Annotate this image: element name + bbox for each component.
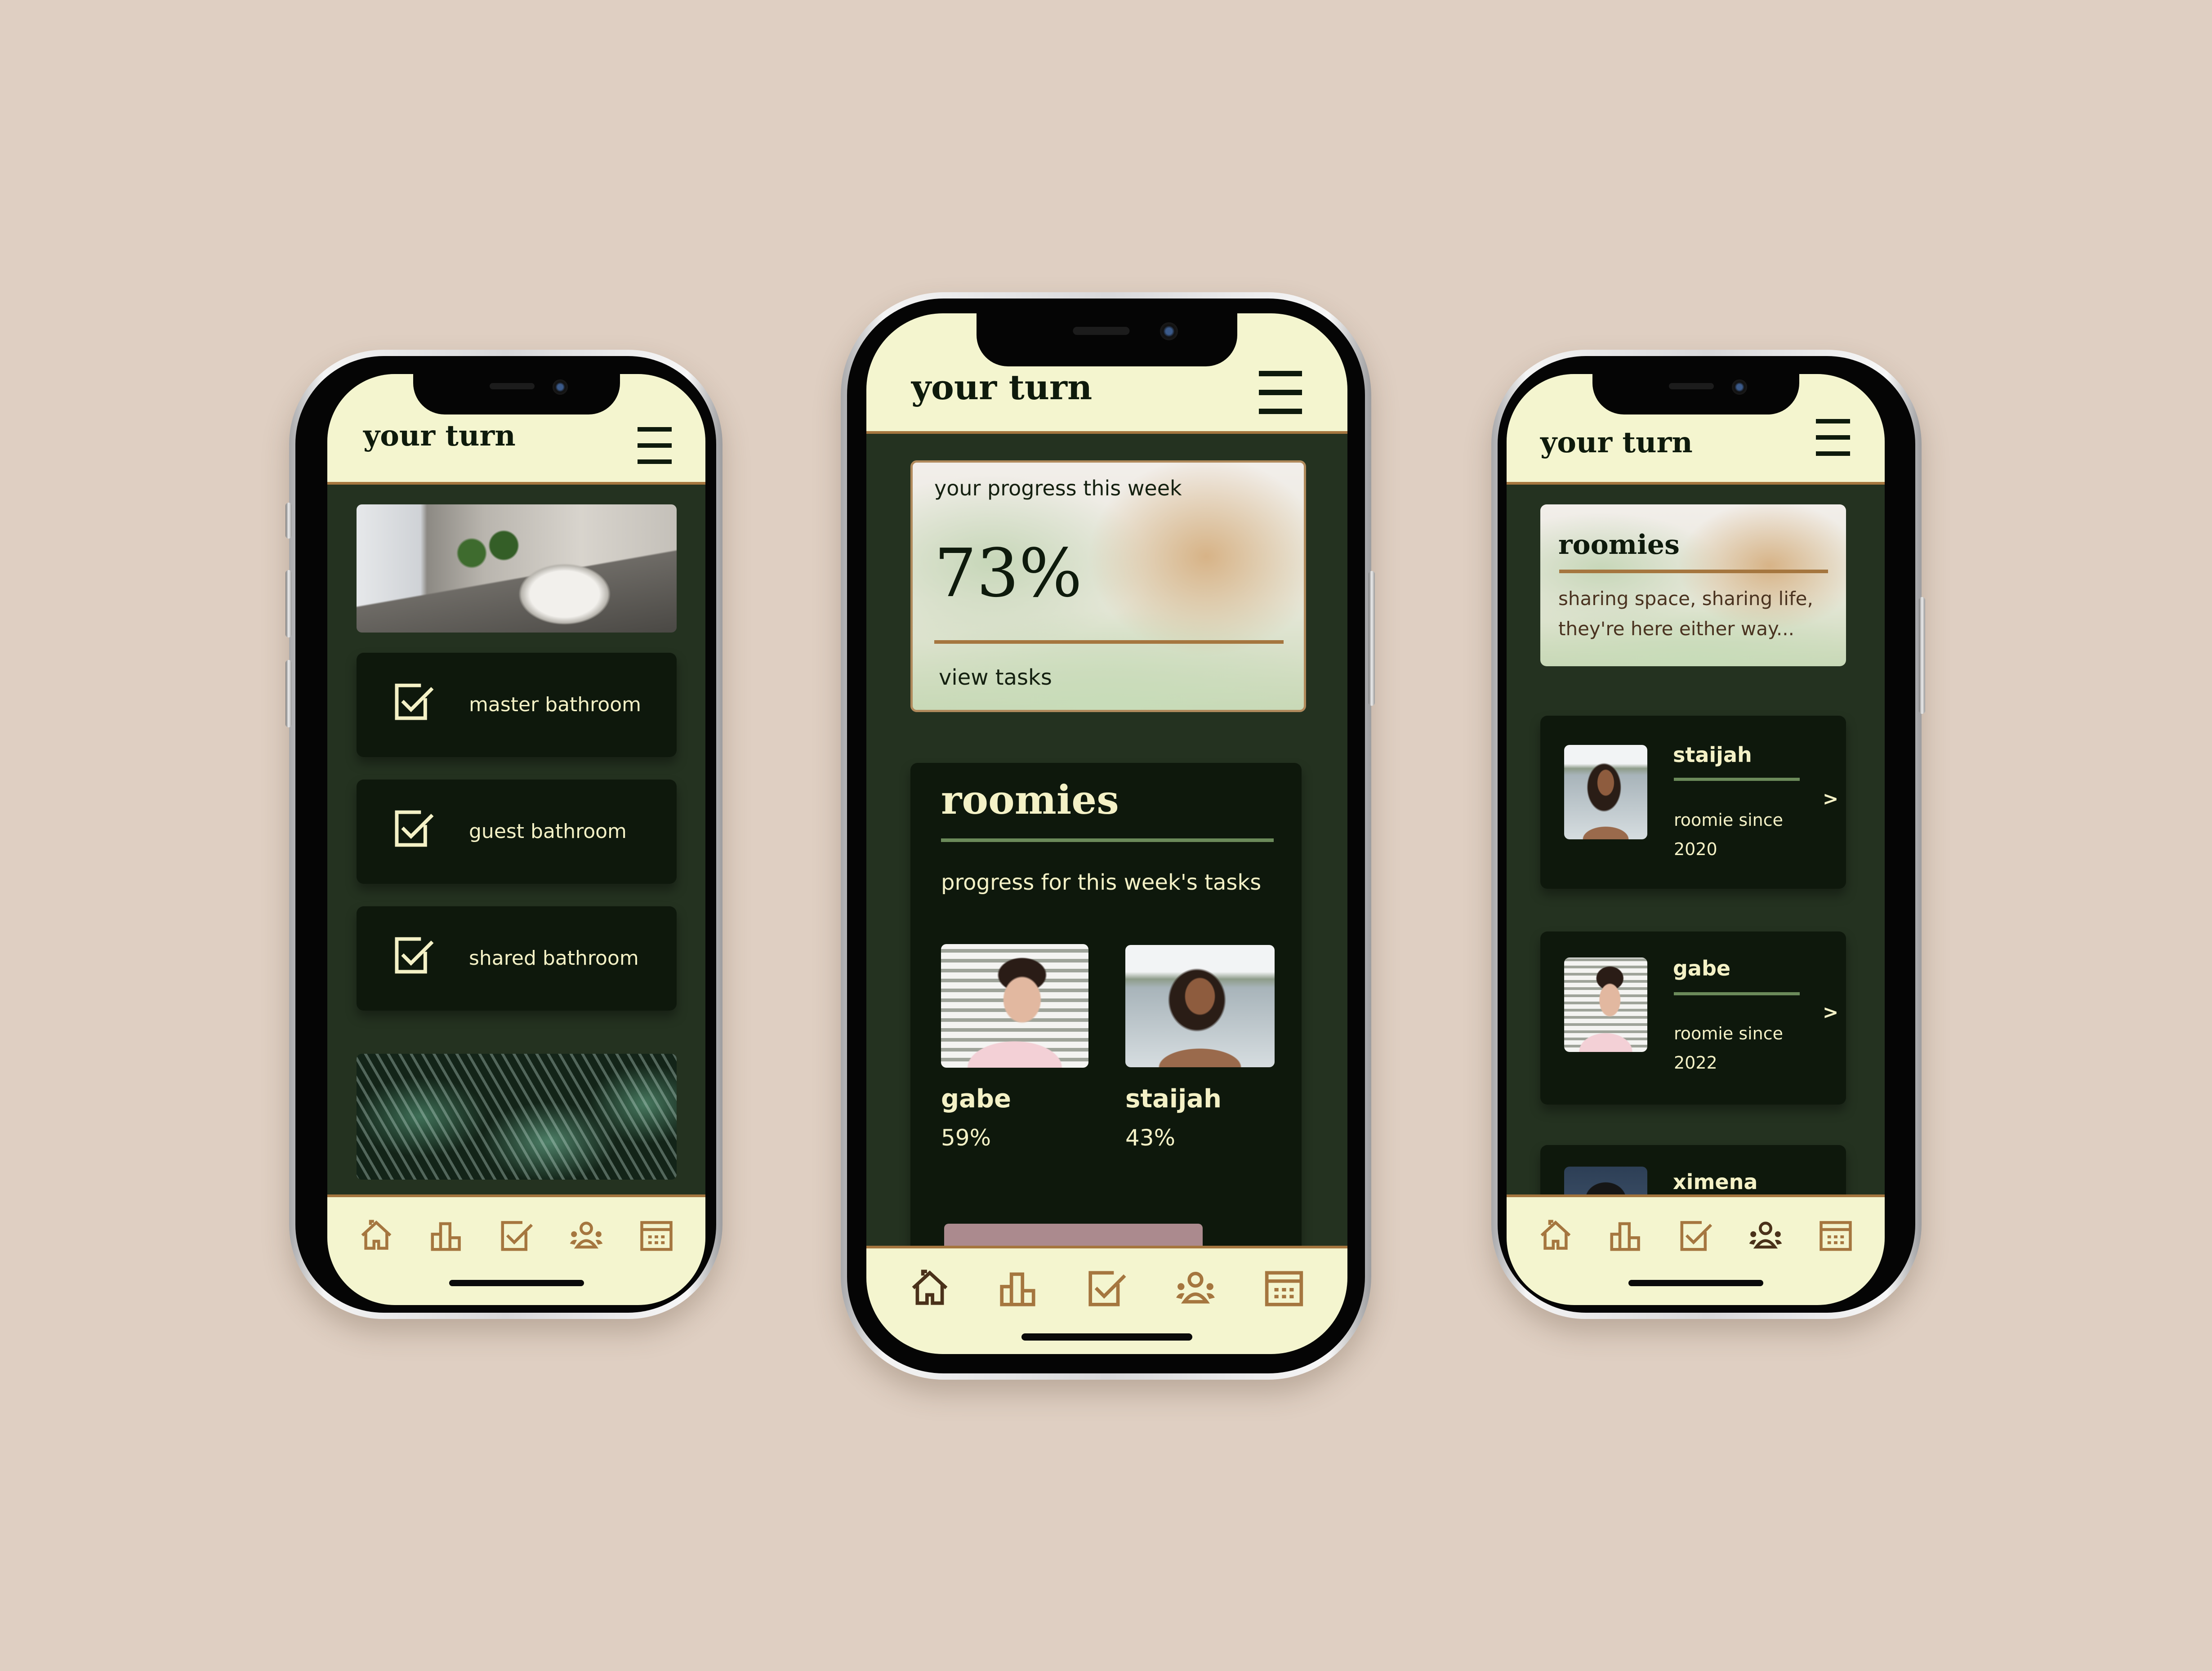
speaker — [489, 383, 535, 389]
task-item[interactable]: master bathroom — [357, 653, 677, 757]
progress-divider — [934, 640, 1284, 644]
right-phone: your turn roomies sharing space, sharing… — [1491, 350, 1925, 1319]
roomie-name: ximena — [1673, 1170, 1758, 1194]
roomie-name: staijah — [1673, 743, 1752, 767]
center-phone: your turn your progress this week 73% vi… — [841, 292, 1375, 1380]
task-label: master bathroom — [469, 693, 642, 716]
front-camera — [1731, 379, 1747, 395]
bottom-nav — [1538, 1215, 1853, 1256]
app-title: your turn — [1540, 426, 1693, 459]
home-indicator[interactable] — [449, 1280, 584, 1286]
roomie-since-label: roomie since — [1674, 1024, 1784, 1043]
roomie-name: gabe — [1673, 956, 1731, 980]
roomie-progress: 59% — [941, 1125, 991, 1151]
left-screen: your turn master bathroom guest bathroom… — [327, 374, 705, 1305]
roomie-divider — [1674, 992, 1800, 995]
checkbox-icon[interactable] — [499, 1218, 534, 1253]
power-button — [1919, 597, 1925, 714]
gabe-avatar[interactable] — [941, 944, 1088, 1068]
bottom-nav-bar — [1507, 1194, 1885, 1305]
people-icon[interactable] — [569, 1218, 604, 1253]
roomies-subtitle: progress for this week's tasks — [941, 870, 1262, 895]
weekly-progress-card[interactable]: your progress this week 73% view tasks — [910, 460, 1306, 712]
app-title: your turn — [363, 419, 516, 453]
home-icon[interactable] — [909, 1267, 950, 1309]
intro-text-line2: they're here either way... — [1558, 618, 1794, 640]
roomies-divider — [941, 838, 1274, 842]
roomies-intro-card: roomies sharing space, sharing life, the… — [1540, 504, 1846, 666]
checkbox-icon[interactable] — [1086, 1267, 1128, 1309]
task-item[interactable]: shared bathroom — [357, 906, 677, 1011]
right-screen: your turn roomies sharing space, sharing… — [1507, 374, 1885, 1305]
roomie-name: staijah — [1125, 1084, 1222, 1114]
checkbox-checked-icon[interactable] — [392, 933, 435, 976]
bar-chart-icon[interactable] — [998, 1267, 1039, 1309]
hamburger-menu-icon[interactable] — [1259, 371, 1302, 414]
bathroom-sink-photo — [357, 504, 677, 633]
calendar-icon[interactable] — [1263, 1267, 1305, 1309]
bar-chart-icon[interactable] — [429, 1218, 464, 1253]
intro-divider — [1559, 570, 1828, 573]
roomie-list-item[interactable]: staijah roomie since 2020 > — [1540, 716, 1846, 889]
intro-text-line1: sharing space, sharing life, — [1558, 588, 1813, 610]
roomie-name: gabe — [941, 1084, 1011, 1114]
task-item[interactable]: guest bathroom — [357, 780, 677, 884]
volume-down-button — [285, 660, 292, 727]
calendar-icon[interactable] — [1818, 1218, 1853, 1253]
staijah-avatar[interactable] — [1125, 945, 1275, 1067]
speaker — [1073, 327, 1130, 335]
leaves-photo — [357, 1054, 677, 1180]
notch — [413, 374, 620, 414]
mute-switch — [285, 503, 292, 539]
center-screen: your turn your progress this week 73% vi… — [866, 313, 1347, 1354]
progress-card-label: your progress this week — [934, 476, 1182, 500]
notch — [977, 313, 1237, 366]
bottom-nav — [909, 1266, 1305, 1309]
checkbox-checked-icon[interactable] — [392, 680, 435, 722]
left-phone: your turn master bathroom guest bathroom… — [285, 350, 722, 1319]
roomie-list-item[interactable]: gabe roomie since 2022 > — [1540, 931, 1846, 1105]
power-button — [1369, 571, 1375, 706]
gabe-avatar — [1564, 958, 1647, 1052]
checkbox-icon[interactable] — [1678, 1218, 1713, 1253]
calendar-icon[interactable] — [639, 1218, 674, 1253]
notch — [1592, 374, 1799, 414]
staijah-avatar — [1564, 745, 1647, 839]
speaker — [1668, 383, 1714, 389]
task-label: shared bathroom — [469, 947, 639, 970]
bottom-nav — [359, 1215, 674, 1256]
chevron-right-icon[interactable]: > — [1823, 788, 1838, 810]
progress-percent: 73% — [934, 535, 1082, 612]
app-title: your turn — [911, 367, 1093, 407]
roomie-since-year: 2022 — [1674, 1053, 1717, 1073]
intro-title: roomies — [1558, 529, 1680, 561]
home-icon[interactable] — [359, 1218, 394, 1253]
task-label: guest bathroom — [469, 820, 627, 843]
hamburger-menu-icon[interactable] — [638, 427, 672, 465]
people-icon[interactable] — [1748, 1218, 1783, 1253]
home-indicator[interactable] — [1021, 1333, 1192, 1341]
roomie-progress: 43% — [1125, 1125, 1176, 1151]
checkbox-checked-icon[interactable] — [392, 807, 435, 849]
roomie-divider — [1674, 778, 1800, 781]
bottom-nav-bar — [866, 1246, 1347, 1354]
volume-up-button — [285, 570, 292, 637]
roomie-since-year: 2020 — [1674, 839, 1717, 859]
bottom-nav-bar — [327, 1194, 705, 1305]
roomie-since-label: roomie since — [1674, 810, 1784, 830]
people-icon[interactable] — [1175, 1267, 1216, 1309]
view-tasks-link[interactable]: view tasks — [939, 665, 1052, 690]
home-icon[interactable] — [1538, 1218, 1573, 1253]
front-camera — [1160, 322, 1178, 340]
home-indicator[interactable] — [1628, 1280, 1763, 1286]
front-camera — [552, 379, 568, 395]
chevron-right-icon[interactable]: > — [1823, 1001, 1838, 1023]
hamburger-menu-icon[interactable] — [1816, 419, 1850, 457]
bar-chart-icon[interactable] — [1608, 1218, 1643, 1253]
roomies-title: roomies — [941, 776, 1119, 823]
